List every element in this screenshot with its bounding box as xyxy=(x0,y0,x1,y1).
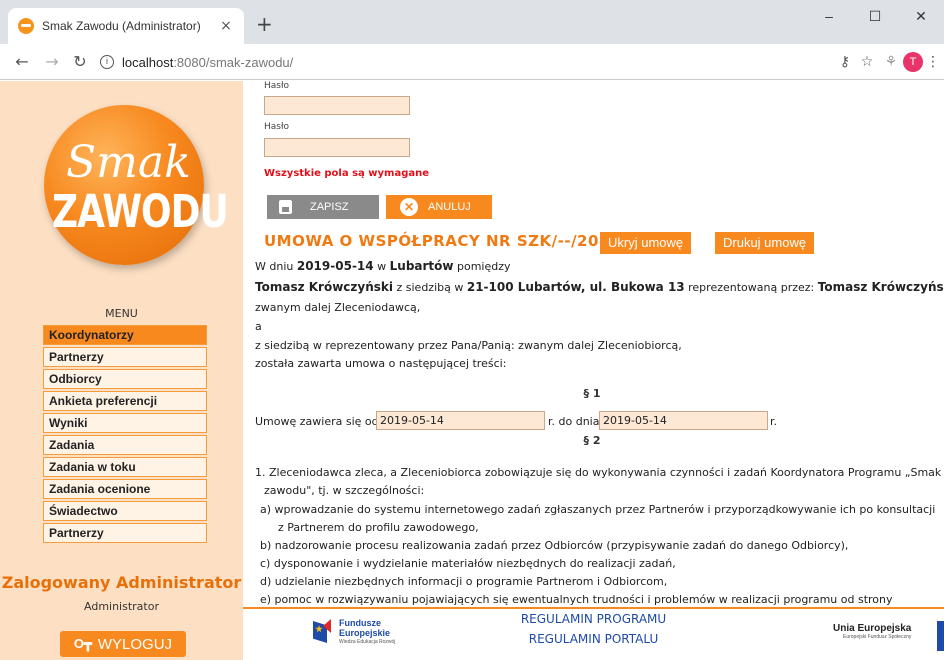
site-favicon-icon xyxy=(18,18,34,34)
password-field[interactable] xyxy=(264,96,410,115)
url-path: :8080/smak-zawodu/ xyxy=(173,54,294,70)
sidebar-item-zadania-ocenione[interactable]: Zadania ocenione xyxy=(43,479,207,499)
line2-b: reprezentowaną przez: xyxy=(684,281,818,294)
smak-zawodu-logo[interactable]: Smak ZAWODU xyxy=(44,105,229,265)
required-fields-note: Wszystkie pola są wymagane xyxy=(264,168,429,179)
contract-line-party: Tomasz Krówczyński z siedzibą w 21-100 L… xyxy=(255,280,944,294)
sidebar-item-ankieta[interactable]: Ankieta preferencji xyxy=(43,391,207,411)
sidebar-item-zadania[interactable]: Zadania xyxy=(43,435,207,455)
browser-tab[interactable]: Smak Zawodu (Administrator) × xyxy=(8,8,244,44)
list-item-a-line-1: a) wprowadzanie do systemu internetowego… xyxy=(260,503,936,516)
close-icon: ✕ xyxy=(400,198,418,216)
logo-text-top: Smak xyxy=(66,137,191,188)
sidebar: Smak ZAWODU MENU Koordynatorzy Partnerzy… xyxy=(0,81,243,660)
browser-menu-icon[interactable]: ⋮ xyxy=(924,54,942,70)
floppy-disk-icon xyxy=(279,200,292,214)
sidebar-item-swiadectwo[interactable]: Świadectwo xyxy=(43,501,207,521)
contract-line-date: W dniu 2019-05-14 w Lubartów pomiędzy xyxy=(255,259,511,273)
save-button[interactable]: ZAPISZ xyxy=(267,195,379,219)
date-from-field[interactable]: 2019-05-14 xyxy=(376,411,545,430)
tab-title: Smak Zawodu (Administrator) xyxy=(42,19,201,33)
window-minimize-button[interactable]: – xyxy=(806,8,852,24)
key-icon[interactable]: ⚷ xyxy=(836,54,854,70)
url-host: localhost xyxy=(122,54,174,70)
contract-city: Lubartów xyxy=(389,259,454,273)
window-close-button[interactable]: ✕ xyxy=(898,8,944,25)
new-tab-button[interactable]: + xyxy=(256,14,273,34)
profile-avatar[interactable]: T xyxy=(903,52,923,72)
term-to-label: r. do dnia xyxy=(548,415,600,428)
url-field[interactable]: i localhost:8080/smak-zawodu/ xyxy=(100,49,820,75)
line1-b: w xyxy=(373,260,390,273)
para-1-line-1: 1. Zleceniodawca zleca, a Zleceniobiorca… xyxy=(255,466,942,479)
party-name: Tomasz Krówczyński xyxy=(255,280,393,294)
cancel-button[interactable]: ✕ ANULUJ xyxy=(386,195,492,219)
ue-subtitle: Europejski Fundusz Społeczny xyxy=(842,634,912,640)
print-contract-button[interactable]: Drukuj umowę xyxy=(715,232,815,254)
section-1-mark: § 1 xyxy=(583,387,601,400)
key-icon: O┳ xyxy=(73,636,92,651)
list-item-b: b) nadzorowanie procesu realizowania zad… xyxy=(260,539,849,552)
term-end-label: r. xyxy=(770,415,778,428)
sidebar-item-partnerzy[interactable]: Partnerzy xyxy=(43,347,207,367)
bookmark-star-icon[interactable]: ☆ xyxy=(858,54,876,70)
contract-line-4: a xyxy=(255,320,262,333)
sidebar-item-wyniki[interactable]: Wyniki xyxy=(43,413,207,433)
sidebar-item-partnerzy-2[interactable]: Partnerzy xyxy=(43,523,207,543)
logged-in-label: Zalogowany Administrator xyxy=(1,573,242,592)
party-representative: Tomasz Krówczyński xyxy=(817,280,944,294)
site-info-icon[interactable]: i xyxy=(100,55,114,69)
address-bar: ← → ↻ i localhost:8080/smak-zawodu/ ⚷ ☆ … xyxy=(0,44,944,80)
party-address: 21-100 Lubartów, ul. Bukowa 13 xyxy=(466,280,685,294)
sidebar-item-koordynatorzy[interactable]: Koordynatorzy xyxy=(43,325,207,345)
tab-close-icon[interactable]: × xyxy=(218,18,234,34)
para-1-line-2: zawodu", tj. w szczególności: xyxy=(264,484,425,497)
hide-contract-button[interactable]: Ukryj umowę xyxy=(600,232,692,254)
sidebar-item-odbiorcy[interactable]: Odbiorcy xyxy=(43,369,207,389)
unia-europejska-logo: Unia Europejska Europejski Fundusz Społe… xyxy=(833,623,911,640)
sidebar-item-zadania-w-toku[interactable]: Zadania w toku xyxy=(43,457,207,477)
section-2-mark: § 2 xyxy=(583,434,601,447)
eu-flag-icon xyxy=(937,621,944,651)
forward-arrow-icon[interactable]: → xyxy=(42,52,62,72)
logout-button[interactable]: O┳ WYLOGUJ xyxy=(60,631,186,657)
window-maximize-button[interactable]: ☐ xyxy=(852,8,898,25)
line2-a: z siedzibą w xyxy=(393,281,467,294)
back-arrow-icon[interactable]: ← xyxy=(12,52,32,72)
password-label: Hasło xyxy=(264,81,290,91)
contract-line-6: została zawarta umowa o następującej tre… xyxy=(255,357,507,370)
term-from-label: Umowę zawiera się od xyxy=(255,415,379,428)
password-repeat-label: Hasło xyxy=(264,122,290,132)
extension-icon[interactable]: ⚘ xyxy=(882,54,900,70)
cancel-label: ANULUJ xyxy=(428,201,471,213)
contract-line-3: zwanym dalej Zleceniodawcą, xyxy=(255,301,421,314)
contract-line-5: z siedzibą w reprezentowany przez Pana/P… xyxy=(255,339,682,352)
logged-in-user: Administrator xyxy=(84,600,159,613)
reload-icon[interactable]: ↻ xyxy=(70,52,90,72)
footer: Fundusze Europejskie Wiedza Edukacja Roz… xyxy=(243,607,944,660)
browser-tab-bar: Smak Zawodu (Administrator) × + – ☐ ✕ xyxy=(0,0,944,44)
menu-title: MENU xyxy=(105,307,138,320)
url-text: localhost:8080/smak-zawodu/ xyxy=(122,55,293,70)
logout-label: WYLOGUJ xyxy=(97,635,173,653)
line1-c: pomiędzy xyxy=(453,260,511,273)
ue-title: Unia Europejska xyxy=(833,623,912,634)
save-label: ZAPISZ xyxy=(310,201,349,213)
contract-date: 2019-05-14 xyxy=(296,259,374,273)
contract-heading: UMOWA O WSPÓŁPRACY NR SZK/--/2019 xyxy=(264,232,621,250)
logo-text-bottom: ZAWODU xyxy=(52,186,229,238)
list-item-c: c) dysponowanie i wydzielanie materiałów… xyxy=(260,557,676,570)
list-item-a-line-2: z Partnerem do profilu zawodowego, xyxy=(278,521,479,534)
main-content: Hasło Hasło Wszystkie pola są wymagane Z… xyxy=(252,81,944,607)
list-item-e: e) pomoc w rozwiązywaniu pojawiających s… xyxy=(260,593,893,606)
date-to-field[interactable]: 2019-05-14 xyxy=(599,411,768,430)
list-item-d: d) udzielanie niezbędnych informacji o p… xyxy=(260,575,668,588)
line1-a: W dniu xyxy=(255,260,297,273)
sidebar-menu: Koordynatorzy Partnerzy Odbiorcy Ankieta… xyxy=(43,325,207,545)
password-repeat-field[interactable] xyxy=(264,138,410,157)
